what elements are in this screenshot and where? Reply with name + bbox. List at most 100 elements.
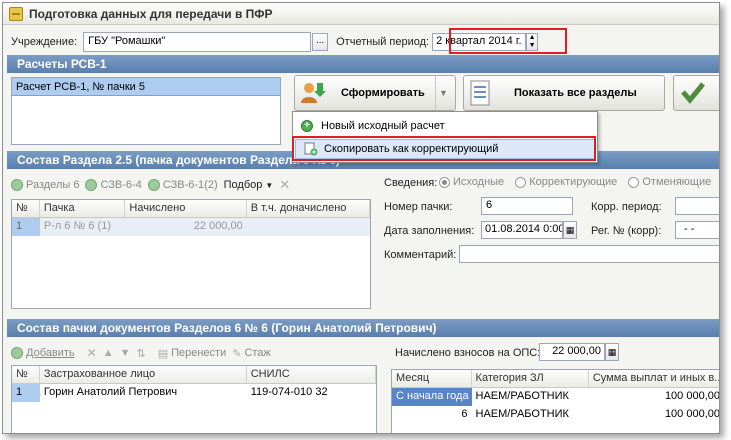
- chevron-down-icon[interactable]: ▼: [435, 76, 451, 110]
- confirm-button[interactable]: [673, 75, 719, 111]
- info-label: Сведения:: [384, 177, 438, 189]
- form-icon: [9, 6, 23, 21]
- cell-number: 1: [12, 218, 40, 236]
- show-all-sections-button[interactable]: Показать все разделы: [463, 75, 665, 111]
- radio-cancel[interactable]: Отменяющие: [628, 176, 711, 188]
- col-sum[interactable]: Сумма выплат и иных в...: [589, 370, 719, 387]
- ops-label: Начислено взносов на ОПС:: [395, 347, 541, 359]
- section25-grid[interactable]: № Пачка Начислено В т.ч. доначислено 1 Р…: [11, 199, 371, 309]
- szv64-button[interactable]: СЗВ-6-4: [85, 179, 142, 191]
- pack6-header: Состав пачки документов Разделов 6 № 6 (…: [7, 319, 719, 337]
- generate-button[interactable]: Сформировать ▼: [294, 75, 456, 111]
- col-snils[interactable]: СНИЛС: [247, 366, 376, 383]
- comment-label: Комментарий:: [384, 249, 457, 261]
- grid-header: № Пачка Начислено В т.ч. доначислено: [12, 200, 370, 218]
- checkmark-icon: [680, 79, 706, 108]
- table-row[interactable]: 1 Горин Анатолий Петрович 119-074-010 32: [12, 384, 376, 402]
- radio-corrective[interactable]: Корректирующие: [515, 176, 617, 188]
- ops-field[interactable]: 22 000,00: [539, 343, 605, 361]
- cell-category: НАЕМ/РАБОТНИК: [475, 390, 569, 402]
- arrow-down-icon[interactable]: ▼: [120, 347, 131, 359]
- cell-category: НАЕМ/РАБОТНИК: [475, 408, 569, 420]
- menu-item-new[interactable]: + Новый исходный расчет: [293, 116, 597, 136]
- pack-number-field[interactable]: 6: [481, 197, 573, 215]
- szv61-button[interactable]: СЗВ-6-1(2): [147, 179, 218, 191]
- corr-period-label: Корр. период:: [591, 201, 662, 213]
- pack6-grid[interactable]: № Застрахованное лицо СНИЛС 1 Горин Анат…: [11, 365, 377, 433]
- cell-sum: 100 000,00: [664, 408, 720, 420]
- info-radio-group: Исходные Корректирующие Отменяющие: [439, 176, 719, 191]
- arrow-up-icon[interactable]: ▲: [103, 347, 114, 359]
- cell-extra: [247, 218, 370, 236]
- grid-header: Месяц Категория ЗЛ Сумма выплат и иных в…: [392, 370, 719, 388]
- corr-period-field[interactable]: [675, 197, 719, 215]
- radio-source-label: Исходные: [453, 176, 505, 188]
- col-extra[interactable]: В т.ч. доначислено: [247, 200, 370, 217]
- document-list-icon: [468, 79, 494, 107]
- comment-field[interactable]: [459, 245, 719, 263]
- section25-toolbar: Разделы 6 СЗВ-6-4 СЗВ-6-1(2) Подбор ▼ ✕: [11, 175, 290, 195]
- sort-icon[interactable]: ⇅: [136, 347, 145, 360]
- add-circle-icon: [147, 179, 160, 191]
- radio-off-icon: [515, 176, 527, 188]
- calendar-icon[interactable]: ▦: [563, 221, 577, 239]
- main-window: Подготовка данных для передачи в ПФР Учр…: [2, 2, 720, 434]
- add-circle-icon: [11, 179, 23, 191]
- col-number[interactable]: №: [12, 366, 40, 383]
- radio-on-icon: [439, 176, 450, 188]
- radio-cancel-label: Отменяющие: [642, 176, 712, 188]
- pencil-icon: ✎: [232, 347, 242, 360]
- col-number[interactable]: №: [12, 200, 40, 217]
- sections6-button[interactable]: Разделы 6: [11, 179, 79, 191]
- person-download-icon: [299, 79, 327, 107]
- cell-person: Горин Анатолий Петрович: [43, 386, 178, 398]
- table-row[interactable]: 6 НАЕМ/РАБОТНИК 100 000,00: [392, 406, 720, 424]
- fill-date-field[interactable]: 01.08.2014 0:00: [481, 221, 563, 239]
- cell-sum: 100 000,00: [664, 390, 720, 402]
- table-row[interactable]: 1 Р-л 6 № 6 (1) 22 000,00: [12, 218, 370, 236]
- col-pack[interactable]: Пачка: [40, 200, 126, 217]
- menu-item-new-label: Новый исходный расчет: [321, 120, 445, 132]
- list-item[interactable]: Расчет РСВ-1, № пачки 5: [12, 78, 280, 96]
- reg-number-label: Рег. № (корр):: [591, 225, 662, 237]
- experience-button[interactable]: ✎ Стаж: [232, 347, 271, 360]
- select-button[interactable]: Подбор ▼: [224, 179, 274, 191]
- col-accrued[interactable]: Начислено: [125, 200, 247, 217]
- col-person[interactable]: Застрахованное лицо: [40, 366, 247, 383]
- rsv-list[interactable]: Расчет РСВ-1, № пачки 5: [11, 77, 281, 145]
- szv64-label: СЗВ-6-4: [100, 179, 142, 191]
- fill-date-label: Дата заполнения:: [384, 225, 475, 237]
- reg-number-field[interactable]: - -: [675, 221, 719, 239]
- institution-label: Учреждение:: [11, 36, 78, 48]
- highlight-copy-item: [292, 136, 596, 161]
- move-button[interactable]: ▤ Перенести: [158, 347, 227, 360]
- grid-header: № Застрахованное лицо СНИЛС: [12, 366, 376, 384]
- experience-label: Стаж: [244, 347, 271, 359]
- calculator-icon[interactable]: ▦: [605, 343, 619, 361]
- cell-snils: 119-074-010 32: [250, 386, 328, 398]
- cell-pack: Р-л 6 № 6 (1): [43, 220, 111, 232]
- pack6-right-grid[interactable]: Месяц Категория ЗЛ Сумма выплат и иных в…: [391, 369, 720, 433]
- move-label: Перенести: [171, 347, 227, 359]
- add-button[interactable]: Добавить: [11, 347, 75, 359]
- delete-icon[interactable]: ✕: [279, 177, 290, 193]
- table-row[interactable]: С начала года НАЕМ/РАБОТНИК 100 000,00: [392, 388, 720, 406]
- delete-icon[interactable]: ✕: [87, 346, 97, 360]
- institution-field[interactable]: ГБУ "Ромашки": [83, 32, 312, 52]
- add-circle-icon: +: [301, 120, 313, 132]
- cell-month: 6: [461, 408, 468, 420]
- institution-select-button[interactable]: ...: [312, 33, 329, 51]
- col-month[interactable]: Месяц: [392, 370, 472, 387]
- select-label: Подбор: [223, 179, 263, 191]
- add-circle-icon: [85, 179, 98, 191]
- szv61-label: СЗВ-6-1(2): [162, 179, 218, 191]
- highlight-period: [449, 28, 567, 54]
- sections6-label: Разделы 6: [26, 179, 80, 191]
- window-title: Подготовка данных для передачи в ПФР: [29, 6, 273, 21]
- cell-accrued: 22 000,00: [193, 220, 243, 232]
- cell-number: 1: [12, 384, 40, 402]
- col-category[interactable]: Категория ЗЛ: [472, 370, 589, 387]
- radio-source[interactable]: Исходные: [439, 176, 504, 188]
- show-all-sections-label: Показать все разделы: [514, 87, 637, 99]
- table-icon: ▤: [157, 347, 169, 360]
